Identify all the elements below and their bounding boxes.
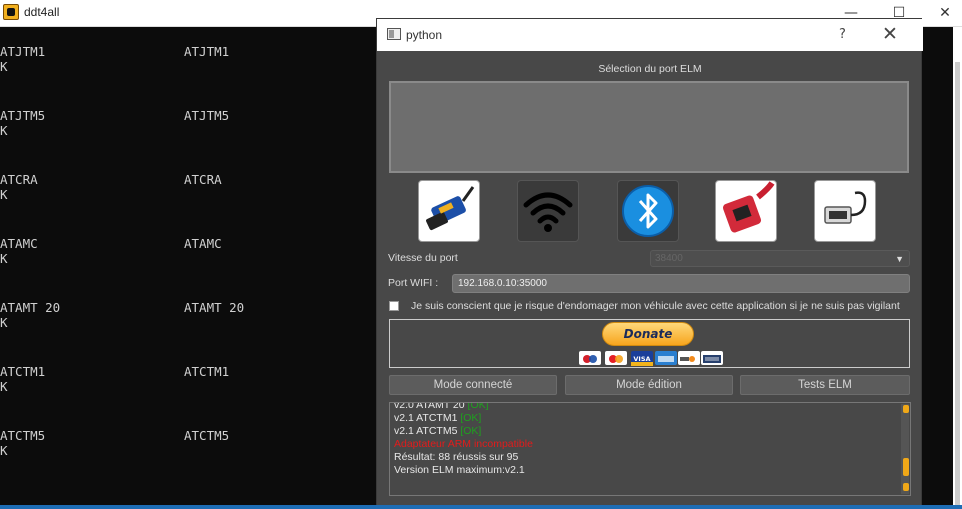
discover-card-icon [678,351,700,365]
console-command: ATCRA [0,172,38,187]
usb-adapter-button[interactable] [814,180,876,242]
console-response: K [0,443,8,458]
wifi-icon [523,192,573,232]
wifi-adapter-button[interactable] [517,180,579,242]
svg-text:VISA: VISA [633,355,650,363]
python-dialog: python ? ✕ Sélection du port ELM Vitesse… [376,18,923,508]
edit-mode-button[interactable]: Mode édition [565,375,733,395]
log-status: [OK] [460,412,482,424]
dialog-titlebar: python ? ✕ [377,19,923,51]
log-text: Adaptateur ARM incompatible [394,438,533,450]
port-section-label: Sélection du port ELM [598,63,702,75]
visa-card-icon: VISA [631,351,653,366]
bank-card-icon [701,351,723,365]
elm327-adapter-button[interactable] [418,180,480,242]
elm-tests-button[interactable]: Tests ELM [740,375,910,395]
scroll-down-arrow-icon[interactable] [903,483,909,491]
connected-mode-button[interactable]: Mode connecté [389,375,557,395]
chevron-down-icon: ▼ [895,254,904,264]
console-echo: ATCTM1 [184,364,230,379]
risk-checkbox-label: Je suis conscient que je risque d'endoma… [411,300,900,312]
wifi-port-input[interactable]: 192.168.0.10:35000 [452,274,910,293]
console-response: K [0,251,8,266]
log-status: [OK] [467,402,489,411]
bluetooth-adapter-button[interactable] [617,180,679,242]
console-command: ATCTM1 [0,364,46,379]
usb-obd-cable-icon [824,191,867,224]
console-title: ddt4all [24,5,60,19]
window-icon [387,28,401,40]
log-text: v2.1 ATCTM5 [394,425,461,437]
console-command: ATAMC [0,236,38,251]
log-line: v2.1 ATCTM5 [OK] [394,425,481,438]
obd-elm-blue-icon [426,186,475,231]
log-line: Résultat: 88 réussis sur 95 [394,451,518,464]
log-line: v2.0 ATAMT 20 [OK] [394,402,489,412]
console-echo: ATCTM5 [184,428,230,443]
red-obd-cable-icon [722,181,775,233]
speed-value: 38400 [655,253,683,264]
log-scrollbar[interactable] [901,404,909,494]
taskbar-strip [0,505,962,509]
amex-card-icon [655,351,677,365]
log-line: Version ELM maximum:v2.1 [394,464,525,477]
console-echo: ATJTM1 [184,44,230,59]
log-text: v2.1 ATCTM1 [394,412,461,424]
console-echo: ATJTM5 [184,108,230,123]
console-response: K [0,123,8,138]
scroll-up-arrow-icon[interactable] [903,405,909,413]
log-scroll-thumb[interactable] [903,458,909,476]
console-scroll-thumb[interactable] [955,62,960,509]
console-response: K [0,59,8,74]
bluetooth-icon [622,185,674,237]
mastercard-card-icon [605,351,627,365]
console-command: ATJTM1 [0,44,46,59]
close-button[interactable]: ✕ [922,2,962,24]
obdlink-adapter-button[interactable] [715,180,777,242]
speed-select[interactable]: 38400 ▼ [650,250,910,267]
console-response: K [0,187,8,202]
speed-label: Vitesse du port [388,252,458,264]
donate-panel: Donate VISA [389,319,910,368]
dialog-close-button[interactable]: ✕ [882,23,898,45]
log-output[interactable]: v2.0 ATAMT 20 [OK] v2.1 ATCTM1 [OK] v2.1 A… [389,402,911,496]
console-response: K [0,315,8,330]
console-command: ATCTM5 [0,428,46,443]
console-echo: ATAMT 20 [184,300,245,315]
donate-button[interactable]: Donate [602,322,694,346]
port-list[interactable] [389,81,909,173]
console-echo: ATAMC [184,236,222,251]
log-text: Version ELM maximum:v2.1 [394,464,525,476]
maestro-card-icon [579,351,601,365]
ddt4all-app-icon [3,4,19,20]
console-command: ATJTM5 [0,108,46,123]
log-text: v2.0 ATAMT 20 [394,402,468,411]
console-scrollbar[interactable] [953,27,962,509]
risk-checkbox[interactable] [389,301,399,311]
log-text: Résultat: 88 réussis sur 95 [394,451,519,463]
dialog-title: python [406,28,443,42]
help-button[interactable]: ? [839,27,846,42]
log-status: [OK] [460,425,482,437]
console-command: ATAMT 20 [0,300,61,315]
log-line: Adaptateur ARM incompatible [394,438,533,451]
console-echo: ATCRA [184,172,222,187]
console-response: K [0,379,8,394]
wifi-label: Port WIFI : [388,277,439,289]
log-line: v2.1 ATCTM1 [OK] [394,412,481,425]
